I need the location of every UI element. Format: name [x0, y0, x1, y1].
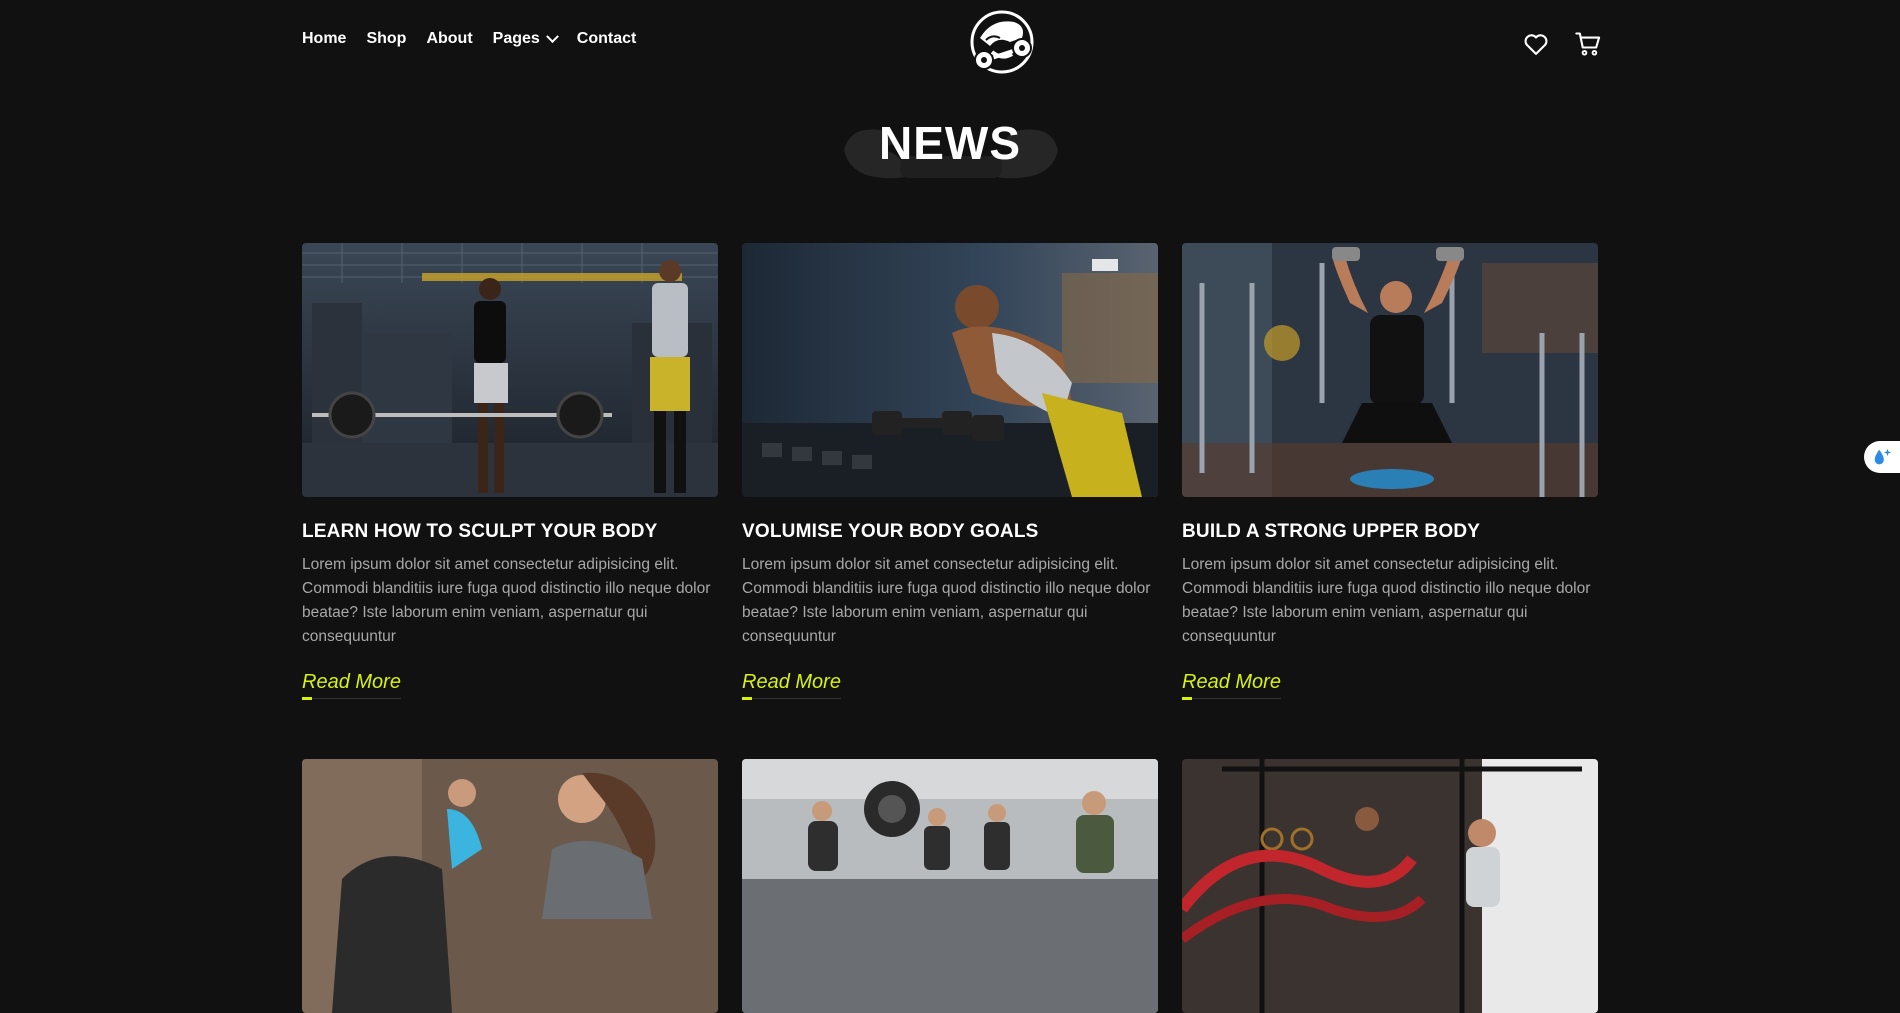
- header-actions: [1522, 30, 1602, 58]
- main-nav: Home Shop About Pages Contact: [302, 29, 637, 48]
- read-more-link[interactable]: Read More: [1182, 671, 1281, 700]
- gorilla-barbell-logo-icon[interactable]: [962, 8, 1042, 76]
- read-more-link[interactable]: Read More: [302, 671, 401, 700]
- nav-shop[interactable]: Shop: [366, 30, 406, 48]
- nav-home[interactable]: Home: [302, 30, 346, 48]
- heart-icon[interactable]: [1522, 30, 1550, 58]
- news-card-text: Lorem ipsum dolor sit amet consectetur a…: [302, 556, 711, 645]
- nav-pages[interactable]: Pages: [492, 29, 559, 48]
- news-card-text: Lorem ipsum dolor sit amet consectetur a…: [742, 556, 1151, 645]
- news-card-title: VOLUMISE YOUR BODY GOALS: [742, 521, 1039, 542]
- news-card-image-treadmill[interactable]: [302, 759, 718, 1013]
- news-card: [1182, 759, 1598, 1013]
- read-more-link[interactable]: Read More: [742, 671, 841, 700]
- news-card: VOLUMISE YOUR BODY GOALS Lorem ipsum dol…: [742, 243, 1158, 700]
- news-card: BUILD A STRONG UPPER BODY Lorem ipsum do…: [1182, 243, 1598, 700]
- cart-icon[interactable]: [1574, 30, 1602, 58]
- news-card-image-coach-deadlift[interactable]: [302, 243, 718, 497]
- news-card-title: BUILD A STRONG UPPER BODY: [1182, 521, 1481, 542]
- chevron-down-icon: [545, 29, 559, 43]
- news-card-image-dumbbell-row[interactable]: [742, 243, 1158, 497]
- news-card: [742, 759, 1158, 1013]
- news-card: LEARN HOW TO SCULPT YOUR BODY Lorem ipsu…: [302, 243, 718, 700]
- section-title: NEWS: [879, 117, 1021, 169]
- news-heading: NEWS: [0, 118, 1900, 169]
- news-card-title: LEARN HOW TO SCULPT YOUR BODY: [302, 521, 658, 542]
- nav-pages-label: Pages: [492, 30, 540, 47]
- water-drop-sparkle-icon: [1874, 448, 1892, 465]
- nav-contact[interactable]: Contact: [577, 30, 637, 48]
- news-card: [302, 759, 718, 1013]
- news-card-image-battle-ropes[interactable]: [1182, 759, 1598, 1013]
- news-card-image-shoulder-press[interactable]: [1182, 243, 1598, 497]
- news-card-text: Lorem ipsum dolor sit amet consectetur a…: [1182, 556, 1591, 645]
- floating-sparkle-widget[interactable]: [1864, 441, 1900, 473]
- nav-about[interactable]: About: [426, 30, 472, 48]
- news-card-image-kettlebell-squat[interactable]: [742, 759, 1158, 1013]
